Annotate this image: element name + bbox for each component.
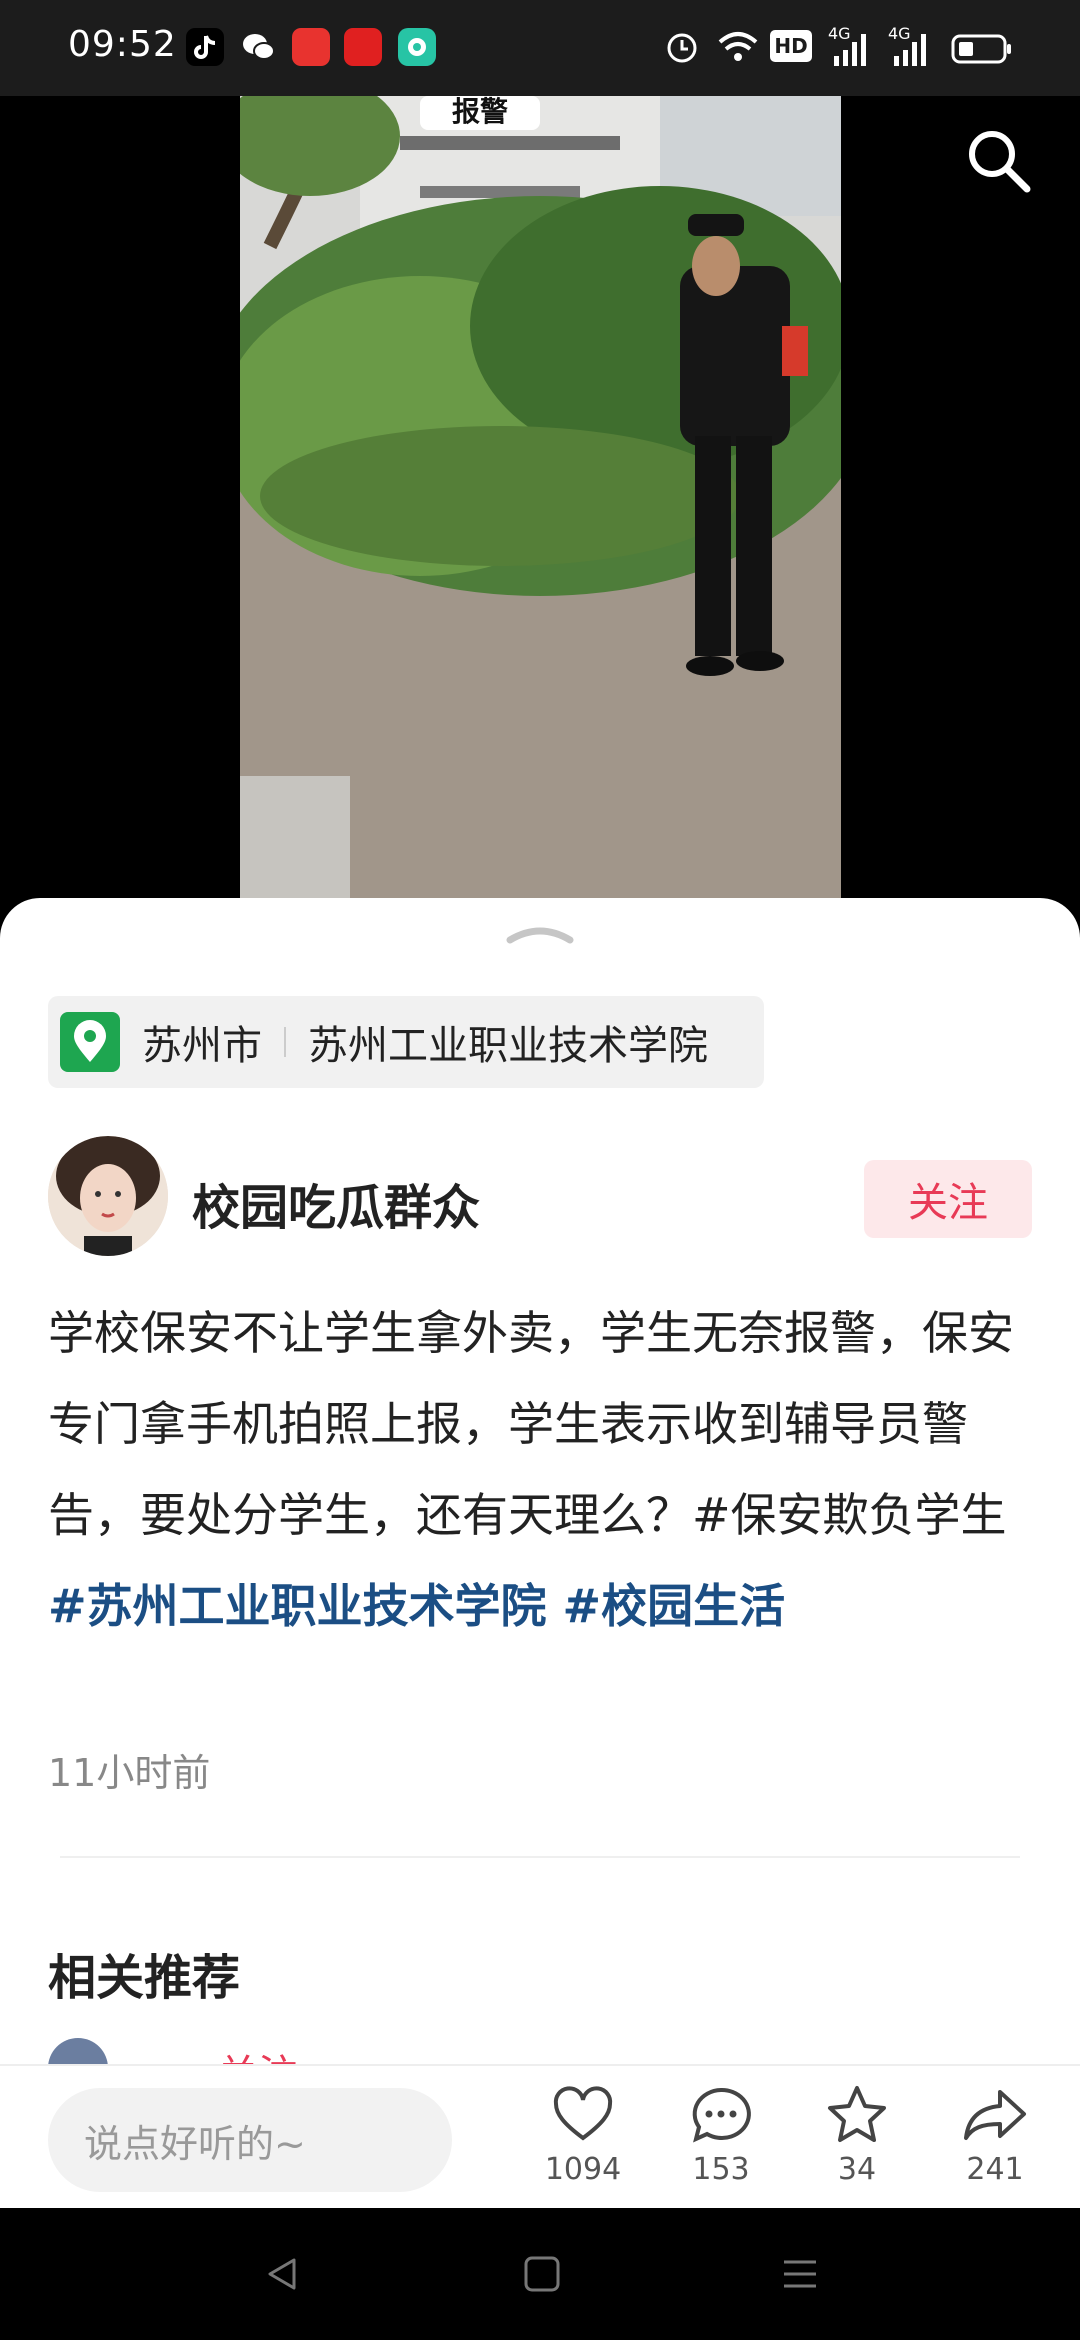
location-pin-icon (60, 1012, 120, 1072)
back-icon[interactable] (262, 2254, 302, 2298)
hd-badge: HD (770, 30, 812, 62)
like-count: 1094 (544, 2152, 622, 2187)
post-detail-sheet: 苏州市 苏州工业职业技术学院 校园吃瓜群众 关注 学校保安不让学生拿外卖，学生无… (0, 898, 1080, 2208)
star-icon (828, 2086, 886, 2142)
home-icon[interactable] (522, 2254, 562, 2298)
share-icon (964, 2090, 1026, 2140)
video-overlay-text: 报警 (451, 96, 508, 128)
alarm-icon (664, 26, 700, 70)
system-nav-bar (0, 2208, 1080, 2340)
post-body-text: 学校保安不让学生拿外卖，学生无奈报警，保安专门拿手机拍照上报，学生表示收到辅导员… (48, 1306, 1014, 1542)
like-button[interactable]: 1094 (528, 2084, 638, 2187)
hashtag-link[interactable]: #苏州工业职业技术学院 (48, 1579, 547, 1633)
comment-count: 153 (692, 2152, 750, 2187)
location-place: 苏州工业职业技术学院 (308, 1023, 708, 1069)
heart-icon (553, 2086, 613, 2141)
location-divider (284, 1027, 286, 1057)
bottom-action-bar: 说点好听的~ 1094 153 34 241 (0, 2064, 1080, 2210)
divider (60, 1856, 1020, 1858)
news-icon (344, 28, 382, 66)
follow-button[interactable]: 关注 (864, 1160, 1032, 1238)
share-button[interactable]: 241 (940, 2084, 1050, 2187)
toutiao-icon (292, 28, 330, 66)
comment-button[interactable]: 153 (666, 2084, 776, 2187)
wechat-icon (240, 28, 278, 66)
related-title: 相关推荐 (48, 1950, 241, 2006)
post-text: 学校保安不让学生拿外卖，学生无奈报警，保安专门拿手机拍照上报，学生表示收到辅导员… (48, 1288, 1032, 1652)
video-frame: 报警 (240, 96, 841, 926)
avatar[interactable] (48, 1136, 168, 1256)
status-time: 09:52 (68, 24, 177, 65)
wifi-icon (716, 26, 760, 70)
video-player[interactable]: 报警 (0, 96, 1080, 926)
menu-icon[interactable] (780, 2254, 820, 2298)
comment-icon (692, 2087, 751, 2143)
location-city: 苏州市 (142, 1023, 262, 1069)
share-count: 241 (966, 2152, 1024, 2187)
author-name[interactable]: 校园吃瓜群众 (192, 1168, 480, 1238)
status-bar: 09:52 HD 4G 4G (0, 0, 1080, 96)
location-tag[interactable]: 苏州市 苏州工业职业技术学院 (48, 996, 764, 1088)
comment-input[interactable]: 说点好听的~ (48, 2088, 452, 2192)
tiktok-icon (186, 28, 224, 66)
favorite-count: 34 (837, 2152, 877, 2187)
hashtag-link[interactable]: #校园生活 (547, 1579, 786, 1633)
music-icon (398, 28, 436, 66)
collapse-handle-icon[interactable] (504, 920, 576, 948)
battery-icon (950, 26, 1014, 70)
favorite-button[interactable]: 34 (802, 2084, 912, 2187)
post-timestamp: 11小时前 (48, 1751, 211, 1795)
search-icon[interactable] (964, 126, 1034, 200)
